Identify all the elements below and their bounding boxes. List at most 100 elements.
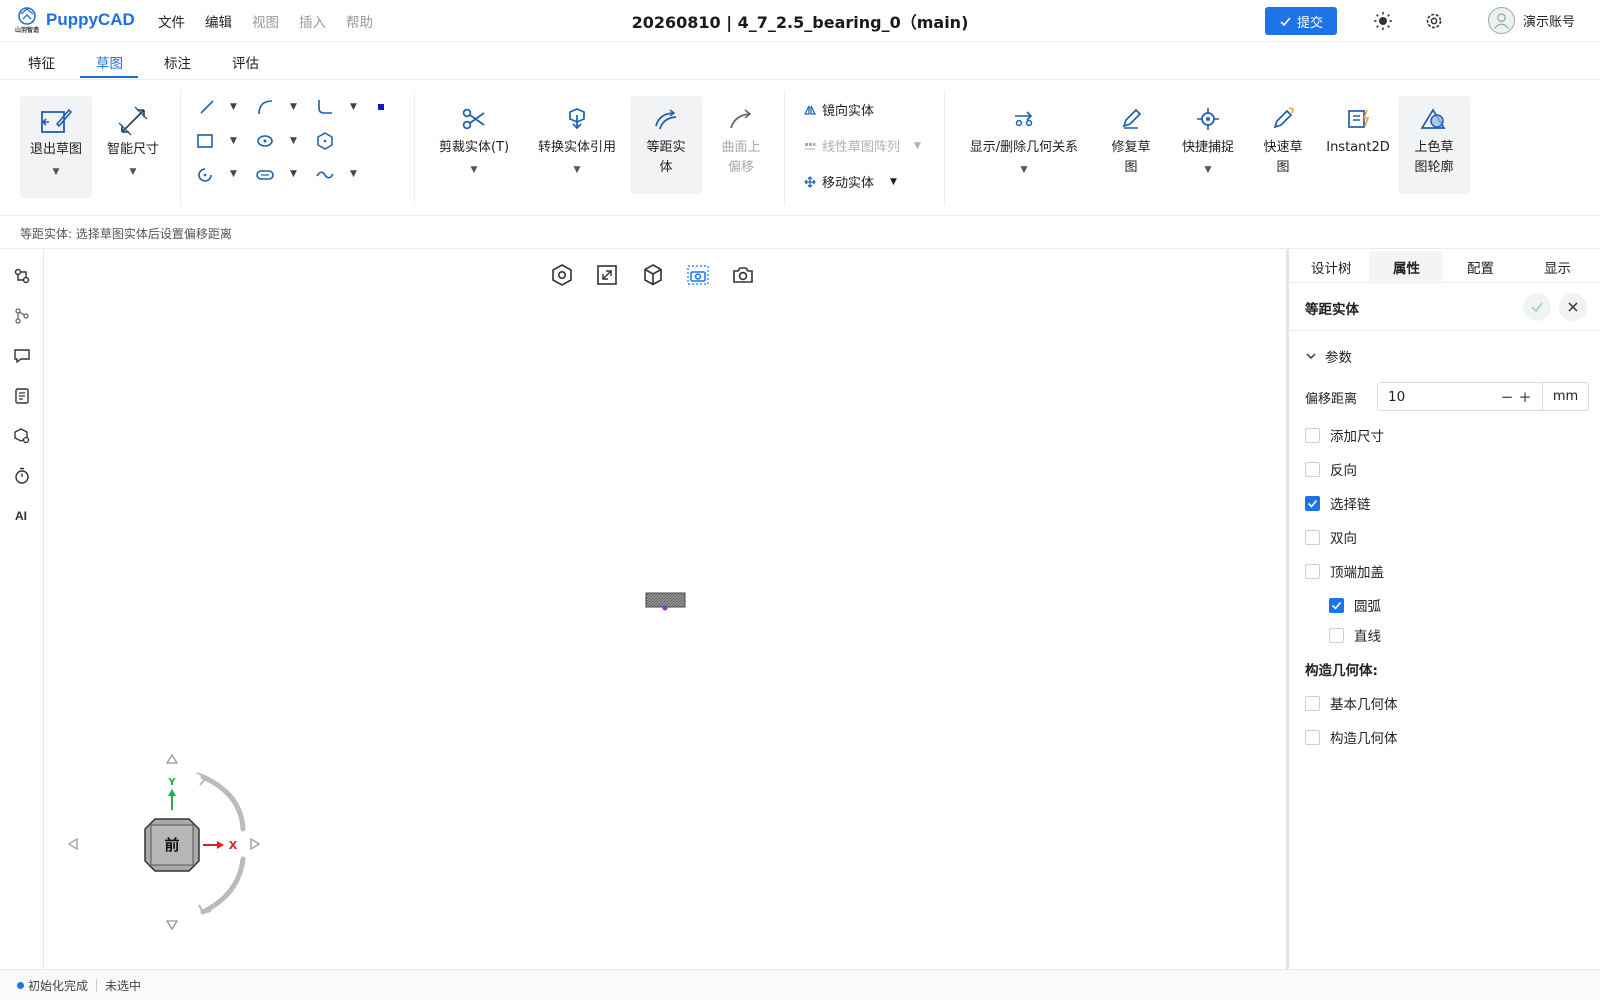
fillet-dropdown-icon[interactable]: ▼ bbox=[350, 102, 357, 112]
tab-configuration[interactable]: 配置 bbox=[1467, 257, 1494, 277]
document-list-icon[interactable] bbox=[13, 387, 31, 405]
ellipse-icon[interactable] bbox=[256, 132, 274, 150]
tab-display[interactable]: 显示 bbox=[1544, 257, 1571, 277]
submit-button[interactable]: 提交 bbox=[1265, 7, 1337, 35]
ellipse-dropdown-icon[interactable]: ▼ bbox=[290, 136, 297, 146]
params-section-toggle[interactable]: 参数 bbox=[1305, 346, 1352, 366]
checkbox-construction-geometry[interactable]: 构造几何体 bbox=[1305, 727, 1398, 747]
quick-snap-button[interactable]: 快捷捕捉 ▼ bbox=[1174, 102, 1242, 198]
checkbox-bidirectional[interactable]: 双向 bbox=[1305, 527, 1357, 547]
slot-icon[interactable] bbox=[256, 166, 274, 184]
ai-assistant-icon[interactable]: AI bbox=[15, 509, 27, 523]
view-down-arrow-icon[interactable] bbox=[165, 920, 179, 931]
view-left-arrow-icon[interactable] bbox=[67, 837, 78, 851]
checkbox-cap-ends[interactable]: 顶端加盖 bbox=[1305, 561, 1384, 581]
chevron-down-icon[interactable]: ▼ bbox=[130, 162, 137, 182]
gear-icon[interactable] bbox=[1424, 11, 1444, 31]
checkbox[interactable] bbox=[1305, 529, 1320, 545]
arc-icon[interactable] bbox=[256, 98, 274, 116]
checkbox-base-geometry[interactable]: 基本几何体 bbox=[1305, 693, 1398, 713]
menu-file[interactable]: 文件 bbox=[158, 11, 185, 31]
linear-pattern-button[interactable]: 线性草图阵列 ▼ bbox=[804, 136, 921, 155]
menu-help[interactable]: 帮助 bbox=[346, 11, 373, 31]
origin-point[interactable] bbox=[662, 605, 668, 611]
branch-icon[interactable] bbox=[13, 307, 31, 325]
user-account[interactable]: 演示账号 bbox=[1488, 7, 1575, 34]
trim-entities-button[interactable]: 剪裁实体(T) ▼ bbox=[432, 102, 516, 198]
smart-dimension-button[interactable]: 智能尺寸 ▼ bbox=[98, 96, 168, 198]
3d-viewport[interactable]: 前 Y X bbox=[45, 249, 1285, 969]
increment-button[interactable]: + bbox=[1516, 388, 1534, 406]
checkbox-cap-lines[interactable]: 直线 bbox=[1329, 625, 1381, 645]
offset-unit[interactable]: mm bbox=[1542, 383, 1588, 410]
checkbox-add-dimension[interactable]: 添加尺寸 bbox=[1305, 425, 1384, 445]
checkbox[interactable] bbox=[1305, 695, 1320, 711]
exit-sketch-button[interactable]: 退出草图 ▼ bbox=[20, 96, 92, 198]
decrement-button[interactable]: − bbox=[1498, 388, 1516, 406]
tab-evaluate[interactable]: 评估 bbox=[232, 52, 259, 72]
circle-dropdown-icon[interactable]: ▼ bbox=[230, 169, 237, 179]
point-icon[interactable] bbox=[376, 102, 386, 112]
checkbox-cap-arcs[interactable]: 圆弧 bbox=[1329, 595, 1381, 615]
checkbox[interactable] bbox=[1329, 627, 1344, 643]
arc-dropdown-icon[interactable]: ▼ bbox=[290, 102, 297, 112]
tab-annotation[interactable]: 标注 bbox=[164, 52, 191, 72]
chevron-down-icon[interactable]: ▼ bbox=[1021, 160, 1028, 180]
comment-icon[interactable] bbox=[13, 347, 31, 365]
sun-icon[interactable] bbox=[1373, 11, 1393, 31]
line-dropdown-icon[interactable]: ▼ bbox=[230, 102, 237, 112]
menu-view[interactable]: 视图 bbox=[252, 11, 279, 31]
convert-entities-button[interactable]: 转换实体引用 ▼ bbox=[528, 102, 626, 198]
relations-button[interactable]: 显示/删除几何关系 ▼ bbox=[962, 102, 1086, 198]
app-logo[interactable]: 山羽智造 PuppyCAD bbox=[12, 5, 135, 35]
chevron-down-icon[interactable]: ▼ bbox=[1205, 160, 1212, 180]
tab-sketch[interactable]: 草图 bbox=[96, 52, 123, 72]
checkbox-checked[interactable] bbox=[1329, 597, 1344, 613]
chevron-down-icon[interactable]: ▼ bbox=[53, 162, 60, 182]
line-icon[interactable] bbox=[198, 98, 216, 116]
surface-offset-button[interactable]: 曲面上 偏移 bbox=[706, 102, 776, 198]
spline-icon[interactable] bbox=[316, 166, 334, 184]
menu-insert[interactable]: 插入 bbox=[299, 11, 326, 31]
confirm-button[interactable] bbox=[1523, 293, 1551, 321]
cancel-button[interactable] bbox=[1559, 293, 1587, 321]
rotate-ccw-arc-icon[interactable] bbox=[200, 774, 246, 832]
fillet-icon[interactable] bbox=[316, 98, 334, 116]
polygon-icon[interactable] bbox=[316, 132, 334, 150]
chevron-down-icon[interactable]: ▼ bbox=[471, 160, 478, 180]
slot-dropdown-icon[interactable]: ▼ bbox=[290, 169, 297, 179]
shade-sketch-button[interactable]: 上色草 图轮廓 bbox=[1398, 96, 1470, 194]
checkbox[interactable] bbox=[1305, 563, 1320, 579]
checkbox[interactable] bbox=[1305, 461, 1320, 477]
offset-distance-input[interactable]: 10 bbox=[1378, 389, 1498, 405]
spline-dropdown-icon[interactable]: ▼ bbox=[350, 169, 357, 179]
checkbox-checked[interactable] bbox=[1305, 495, 1320, 511]
tab-features[interactable]: 特征 bbox=[28, 52, 55, 72]
tab-properties[interactable]: 属性 bbox=[1393, 257, 1420, 277]
view-up-arrow-icon[interactable] bbox=[165, 753, 179, 764]
checkbox-reverse[interactable]: 反向 bbox=[1305, 459, 1357, 479]
circle-icon[interactable] bbox=[196, 166, 214, 184]
stopwatch-icon[interactable] bbox=[13, 467, 31, 485]
checkbox-select-chain[interactable]: 选择链 bbox=[1305, 493, 1371, 513]
instant2d-button[interactable]: Instant2D bbox=[1320, 102, 1396, 198]
repair-sketch-button[interactable]: 修复草 图 bbox=[1098, 102, 1164, 198]
rectangle-dropdown-icon[interactable]: ▼ bbox=[230, 136, 237, 146]
view-right-arrow-icon[interactable] bbox=[250, 837, 261, 851]
menu-edit[interactable]: 编辑 bbox=[205, 11, 232, 31]
rotate-cw-arc-icon[interactable] bbox=[200, 856, 246, 915]
tab-design-tree[interactable]: 设计树 bbox=[1311, 257, 1352, 277]
checkbox[interactable] bbox=[1305, 729, 1320, 745]
chevron-down-icon[interactable]: ▼ bbox=[914, 141, 921, 151]
checkbox[interactable] bbox=[1305, 427, 1320, 443]
sketch-profile[interactable] bbox=[645, 592, 686, 608]
part-search-icon[interactable] bbox=[13, 427, 31, 445]
move-entities-button[interactable]: 移动实体 ▼ bbox=[804, 172, 897, 191]
offset-entities-button[interactable]: 等距实 体 bbox=[630, 96, 702, 194]
chevron-down-icon[interactable]: ▼ bbox=[574, 160, 581, 180]
mirror-entities-button[interactable]: 镜向实体 bbox=[804, 100, 874, 119]
quick-sketch-button[interactable]: 快速草 图 bbox=[1250, 102, 1316, 198]
chevron-down-icon[interactable]: ▼ bbox=[890, 177, 897, 187]
rectangle-icon[interactable] bbox=[196, 132, 214, 150]
design-tree-icon[interactable] bbox=[13, 267, 31, 285]
